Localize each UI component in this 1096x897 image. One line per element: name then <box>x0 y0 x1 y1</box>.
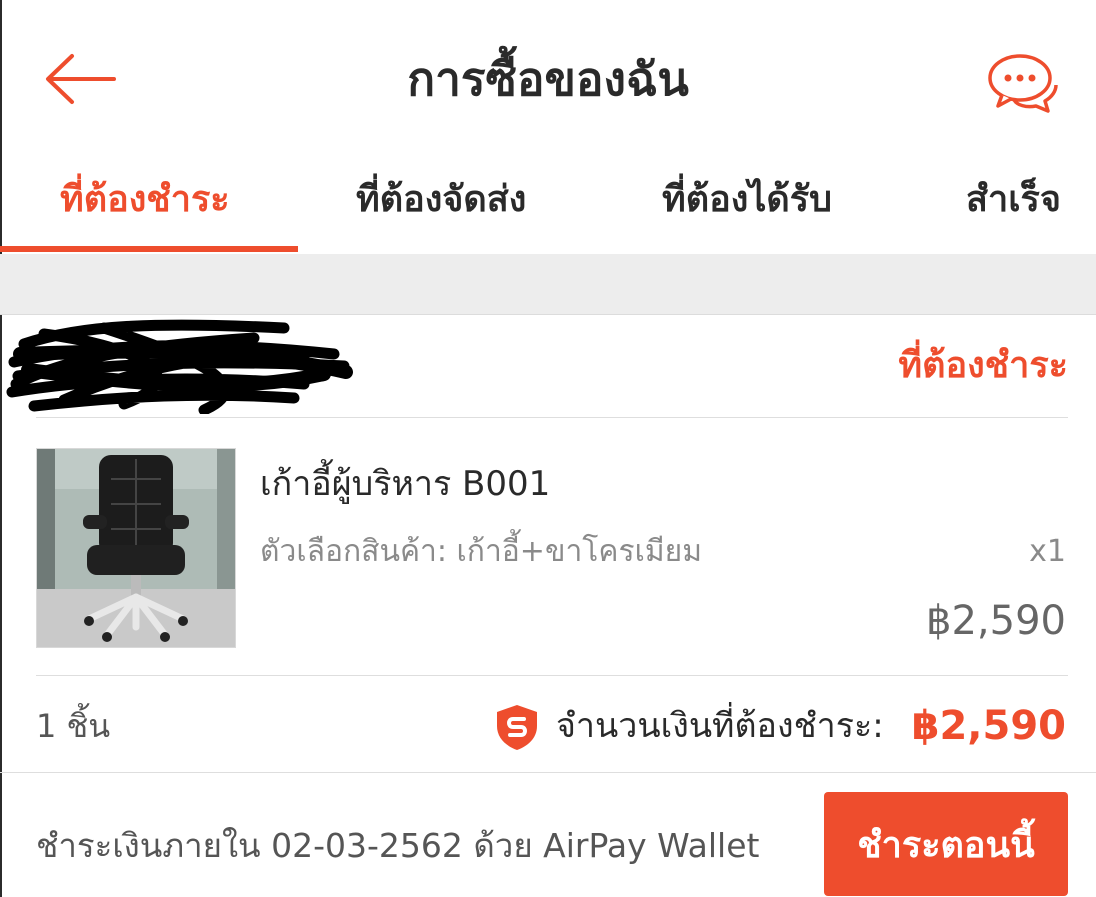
divider <box>36 675 1068 676</box>
product-price: ฿2,590 <box>926 598 1066 644</box>
product-image[interactable] <box>36 448 236 648</box>
app-header: การซื้อของฉัน <box>0 0 1096 150</box>
tab-to-ship[interactable]: ที่ต้องจัดส่ง <box>356 170 526 230</box>
tab-to-receive[interactable]: ที่ต้องได้รับ <box>662 170 832 230</box>
section-spacer <box>0 254 1096 315</box>
active-tab-indicator <box>0 246 298 252</box>
chat-bubbles-icon <box>988 54 1058 113</box>
product-variant: ตัวเลือกสินค้า: เก้าอี้+ขาโครเมียม <box>260 534 702 569</box>
shield-guarantee-icon <box>497 705 537 750</box>
payment-deadline-note: ชำระเงินภายใน 02-03-2562 ด้วย AirPay Wal… <box>36 826 760 865</box>
page-title: การซื้อของฉัน <box>407 52 689 106</box>
total-amount: ฿2,590 <box>911 703 1066 749</box>
redacted-shop-name <box>6 319 353 414</box>
product-name[interactable]: เก้าอี้ผู้บริหาร B001 <box>260 458 550 510</box>
divider <box>36 417 1068 418</box>
item-count: 1 ชิ้น <box>36 707 111 745</box>
shop-header: ที่ต้องชำระ <box>0 314 1096 418</box>
product-quantity: x1 <box>1029 534 1066 569</box>
chat-button[interactable] <box>984 48 1064 114</box>
total-label: จำนวนเงินที่ต้องชำระ: <box>556 706 884 746</box>
order-status-tabs: ที่ต้องชำระ ที่ต้องจัดส่ง ที่ต้องได้รับ … <box>0 150 1096 254</box>
divider <box>0 772 1096 773</box>
order-status-label: ที่ต้องชำระ <box>898 345 1068 386</box>
pay-now-button[interactable]: ชำระตอนนี้ <box>824 792 1068 896</box>
tab-completed[interactable]: สำเร็จ <box>966 170 1061 230</box>
tab-to-pay[interactable]: ที่ต้องชำระ <box>60 170 230 230</box>
office-chair-image <box>37 449 235 647</box>
